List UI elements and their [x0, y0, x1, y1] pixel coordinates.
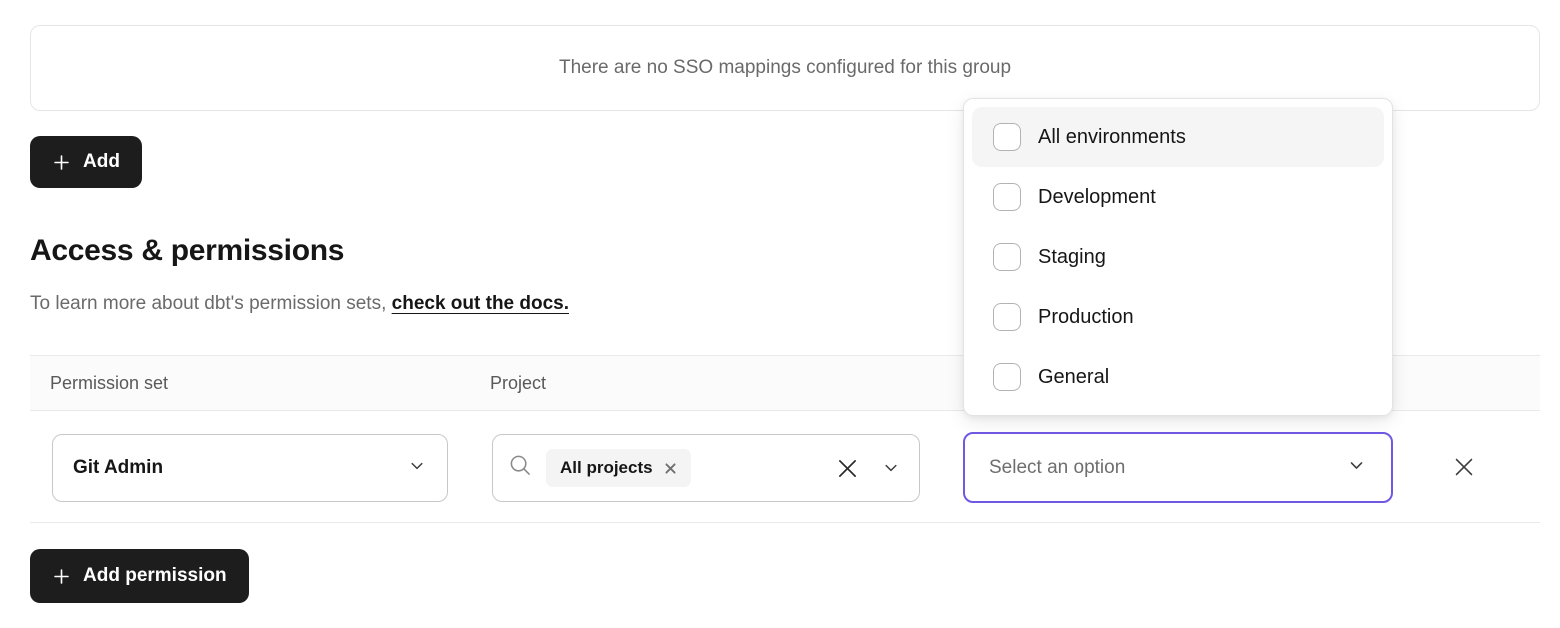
option-label: Production: [1038, 306, 1134, 329]
permission-set-value: Git Admin: [73, 457, 407, 479]
checkbox-staging[interactable]: [993, 243, 1021, 271]
search-icon: [507, 452, 534, 484]
sso-empty-message: There are no SSO mappings configured for…: [559, 57, 1011, 79]
dropdown-option-staging[interactable]: Staging: [972, 227, 1384, 287]
docs-link[interactable]: check out the docs.: [392, 293, 569, 314]
add-permission-button[interactable]: Add permission: [30, 549, 249, 603]
option-label: All environments: [1038, 126, 1186, 149]
add-sso-mapping-button[interactable]: Add: [30, 136, 142, 188]
dropdown-option-production[interactable]: Production: [972, 287, 1384, 347]
dropdown-option-general[interactable]: General: [972, 347, 1384, 407]
project-tag-label: All projects: [560, 458, 653, 478]
plus-icon: [52, 567, 71, 586]
checkbox-all-environments[interactable]: [993, 123, 1021, 151]
project-tag-remove-icon[interactable]: [664, 462, 677, 475]
environment-select[interactable]: Select an option: [963, 432, 1393, 503]
subtitle-text: To learn more about dbt's permission set…: [30, 293, 392, 314]
add-permission-button-label: Add permission: [83, 565, 227, 587]
add-button-label: Add: [83, 151, 120, 173]
option-label: Development: [1038, 186, 1156, 209]
chevron-down-icon: [1346, 455, 1367, 481]
environment-dropdown-menu: All environments Development Staging Pro…: [963, 98, 1393, 416]
project-clear-icon[interactable]: [830, 451, 865, 486]
remove-permission-row-button[interactable]: [1447, 451, 1481, 485]
option-label: General: [1038, 366, 1109, 389]
column-header-permission-set: Permission set: [50, 356, 168, 410]
chevron-down-icon: [407, 456, 427, 481]
group-settings-page: There are no SSO mappings configured for…: [0, 0, 1560, 628]
option-label: Staging: [1038, 246, 1106, 269]
chevron-down-icon: [877, 454, 905, 482]
environment-select-placeholder: Select an option: [989, 457, 1346, 479]
permission-set-select[interactable]: Git Admin: [52, 434, 448, 502]
project-tag[interactable]: All projects: [546, 449, 691, 487]
x-remove-icon: [1450, 453, 1478, 484]
dropdown-option-development[interactable]: Development: [972, 167, 1384, 227]
section-subtitle: To learn more about dbt's permission set…: [30, 293, 569, 315]
project-multiselect[interactable]: All projects: [492, 434, 920, 502]
column-header-project: Project: [490, 356, 546, 410]
dropdown-option-all-environments[interactable]: All environments: [972, 107, 1384, 167]
page-title: Access & permissions: [30, 234, 344, 268]
checkbox-development[interactable]: [993, 183, 1021, 211]
checkbox-general[interactable]: [993, 363, 1021, 391]
plus-icon: [52, 153, 71, 172]
checkbox-production[interactable]: [993, 303, 1021, 331]
